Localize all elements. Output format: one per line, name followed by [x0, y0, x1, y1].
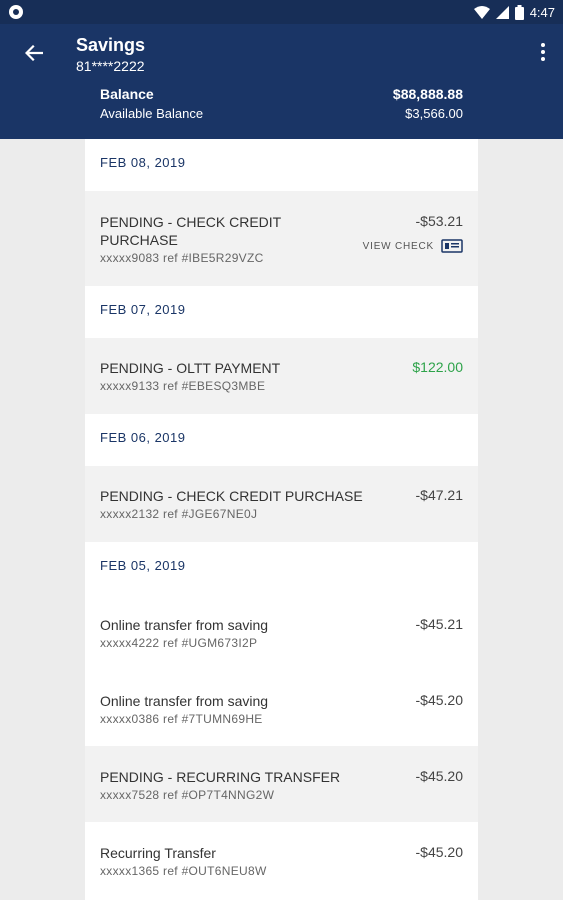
check-icon: [441, 239, 463, 253]
status-time: 4:47: [529, 4, 555, 20]
transaction-list: FEB 08, 2019 PENDING - CHECK CREDIT PURC…: [85, 139, 478, 900]
status-bar: 4:47: [0, 0, 563, 24]
transaction-amount: -$45.20: [415, 692, 463, 708]
balance-label: Balance: [100, 86, 154, 102]
transaction-row[interactable]: PENDING - CHECK CREDIT PURCHASE xxxxx213…: [85, 466, 478, 542]
date-header: FEB 06, 2019: [85, 414, 478, 466]
view-check-button[interactable]: VIEW CHECK: [363, 239, 463, 253]
transaction-amount: $122.00: [412, 359, 463, 375]
transaction-ref: xxxxx4222 ref #UGM673I2P: [100, 636, 258, 650]
transaction-ref: xxxxx1365 ref #OUT6NEU8W: [100, 864, 267, 878]
view-check-label: VIEW CHECK: [362, 240, 434, 252]
balance-value: $88,888.88: [392, 86, 463, 102]
transaction-ref: xxxxx0386 ref #7TUMN69HE: [100, 712, 263, 726]
transaction-description: PENDING - OLTT PAYMENT: [100, 360, 281, 376]
signal-icon: [495, 5, 509, 19]
battery-icon: [514, 4, 524, 20]
available-balance-label: Available Balance: [100, 106, 204, 121]
transaction-description: Recurring Transfer: [100, 845, 216, 861]
transaction-ref: xxxxx9133 ref #EBESQ3MBE: [100, 379, 266, 393]
account-header: Savings 81****2222 Balance Available Bal…: [0, 24, 563, 139]
status-icons: 4:47: [473, 3, 555, 21]
transaction-ref: xxxxx2132 ref #JGE67NE0J: [100, 507, 258, 521]
available-balance-value: $3,566.00: [405, 106, 463, 121]
transaction-description: Online transfer from saving: [100, 693, 269, 709]
transaction-row[interactable]: Recurring Transfer xxxxx1365 ref #OUT6NE…: [85, 822, 478, 900]
transaction-description: PENDING - CHECK CREDIT PURCHASE: [100, 488, 363, 504]
more-vert-icon: [541, 43, 545, 47]
transaction-row[interactable]: PENDING - OLTT PAYMENT xxxxx9133 ref #EB…: [85, 338, 478, 414]
wifi-icon: [473, 5, 490, 19]
page-title: Savings: [76, 35, 146, 55]
transaction-amount: -$53.21: [415, 213, 463, 229]
transaction-amount: -$45.20: [415, 844, 463, 860]
date-header: FEB 07, 2019: [85, 286, 478, 338]
transaction-row[interactable]: Online transfer from saving xxxxx4222 re…: [85, 594, 478, 670]
transaction-amount: -$45.21: [415, 616, 463, 632]
back-button[interactable]: [19, 38, 49, 68]
transaction-ref: xxxxx9083 ref #IBE5R29VZC: [100, 251, 264, 265]
transaction-ref: xxxxx7528 ref #OP7T4NNG2W: [100, 788, 275, 802]
transaction-row[interactable]: PENDING - CHECK CREDIT PURCHASE xxxxx908…: [85, 191, 478, 286]
transaction-description: Online transfer from saving: [100, 617, 269, 633]
date-header: FEB 05, 2019: [85, 542, 478, 594]
date-header: FEB 08, 2019: [85, 139, 478, 191]
account-number: 81****2222: [76, 58, 145, 74]
back-arrow-icon: [25, 45, 43, 61]
notification-icon: [9, 5, 23, 19]
transaction-description: PENDING - CHECK CREDIT PURCHASE: [100, 214, 281, 248]
transaction-description: PENDING - RECURRING TRANSFER: [100, 769, 341, 785]
more-options-button[interactable]: [537, 40, 549, 64]
transaction-row[interactable]: Online transfer from saving xxxxx0386 re…: [85, 670, 478, 746]
transaction-row[interactable]: PENDING - RECURRING TRANSFER xxxxx7528 r…: [85, 746, 478, 822]
transaction-amount: -$47.21: [415, 487, 463, 503]
transaction-amount: -$45.20: [415, 768, 463, 784]
